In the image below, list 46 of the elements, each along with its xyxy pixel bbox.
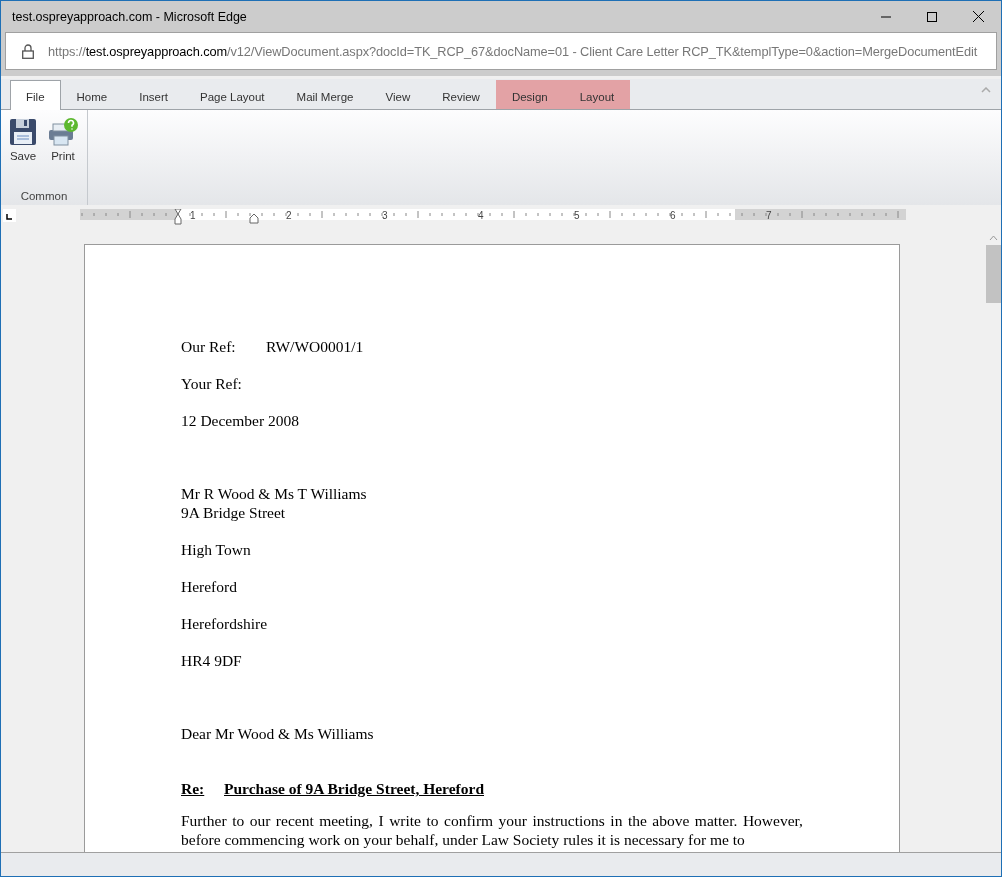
letter-line: Hereford: [181, 577, 238, 596]
ribbon-tab[interactable]: Mail Merge: [280, 80, 370, 109]
ribbon-tab[interactable]: Insert: [123, 80, 184, 109]
ruler-number: 5: [574, 209, 580, 221]
re-label: Re:: [181, 779, 206, 798]
letter-line: Herefordshire: [181, 614, 269, 633]
letter-line: Mr R Wood & Ms T Williams: [181, 484, 368, 503]
ribbon-tab[interactable]: Review: [426, 80, 496, 109]
ribbon-tab[interactable]: View: [369, 80, 427, 109]
ribbon-tab[interactable]: Home: [60, 80, 124, 109]
letter-line: High Town: [181, 540, 252, 559]
ref-value: RW/WO0001/1: [266, 337, 364, 356]
scroll-thumb[interactable]: [985, 245, 1001, 303]
body-paragraph: Further to our recent meeting, I write to confirm your instructions in the above matter. However, before commencing work on your behalf, under Law Society rules it is necessary for me to: [181, 811, 803, 849]
ruler-number: 3: [382, 209, 388, 221]
letter-line: HR4 9DF: [181, 651, 243, 670]
address-bar[interactable]: https://test.ospreyapproach.com/v12/ViewDocument.aspx?docId=TK_RCP_67&docName=01 - Client Care Letter RCP_TK&templType=0&action=MergeDocumentEdit: [5, 32, 997, 70]
ribbon-tab[interactable]: Design: [495, 80, 564, 109]
ruler-number: 6: [670, 209, 676, 221]
ribbon-tab[interactable]: Page Layout: [184, 80, 281, 109]
ruler-number: 1: [190, 209, 196, 221]
ref-label: Our Ref:: [181, 337, 237, 356]
ribbon-tab[interactable]: File: [10, 80, 61, 110]
hanging-indent-marker[interactable]: [249, 213, 259, 224]
ruler-number: 2: [286, 209, 292, 221]
letter-line: 9A Bridge Street: [181, 503, 287, 522]
printer-help-icon: [47, 118, 79, 146]
window-title: test.ospreyapproach.com - Microsoft Edge: [12, 9, 248, 24]
url-text: https://test.ospreyapproach.com/v12/ViewDocument.aspx?docId=TK_RCP_67&docName=01 - Client Care Letter RCP_TK&templType=0&action=MergeDocumentEdit: [48, 43, 978, 59]
ruler-number: 7: [766, 209, 772, 221]
scroll-up-icon[interactable]: [988, 235, 998, 241]
subject-heading: Purchase of 9A Bridge Street, Hereford: [224, 779, 484, 798]
tab-selector[interactable]: [3, 209, 16, 222]
lock-icon: [22, 43, 34, 59]
collapse-icon[interactable]: [981, 87, 991, 93]
maximize-icon: [927, 11, 937, 22]
save-button[interactable]: Save: [6, 116, 40, 190]
letter-line: 12 December 2008: [181, 411, 300, 430]
letter-line: Dear Mr Wood & Ms Williams: [181, 724, 375, 743]
ruler-number: 4: [478, 209, 484, 221]
indent-marker[interactable]: [174, 209, 182, 225]
print-button[interactable]: Print: [44, 116, 82, 190]
group-label: Common: [20, 190, 68, 204]
ribbon-tab[interactable]: Layout: [563, 80, 631, 109]
letter-line: Your Ref:: [181, 374, 243, 393]
close-icon: [972, 11, 984, 22]
